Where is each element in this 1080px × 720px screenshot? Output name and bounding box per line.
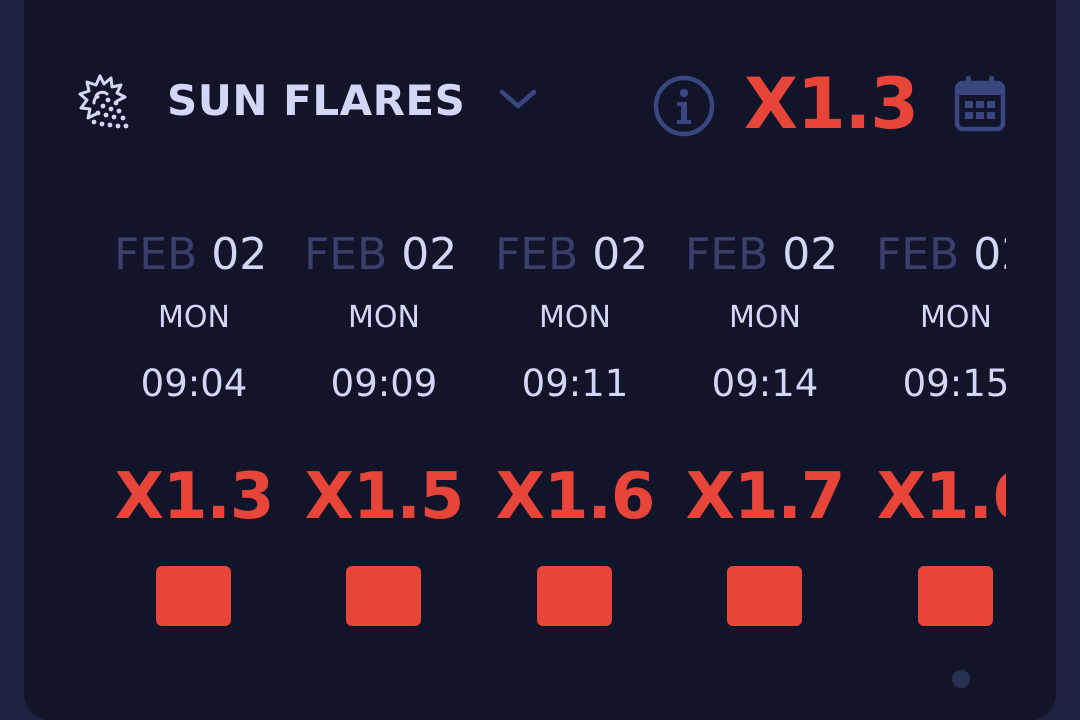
sun-flare-icon <box>78 74 129 129</box>
flare-item[interactable]: FEB 02 MON 09:15 X1.6 <box>866 220 1006 660</box>
flare-marker[interactable] <box>537 566 612 626</box>
flare-weekday: MON <box>539 300 611 335</box>
flare-value: X1.6 <box>876 460 1006 534</box>
flare-date: FEB 02 <box>876 229 1006 280</box>
flare-marker[interactable] <box>156 566 231 626</box>
flare-value: X1.5 <box>304 460 465 534</box>
sun-flares-card: SUN FLARES X1.3 FEB 02 MON 09:04 X1.3 FE… <box>24 0 1056 720</box>
flare-date: FEB 02 <box>685 229 839 280</box>
flare-time: 09:11 <box>521 362 629 405</box>
flare-value: X1.3 <box>114 460 275 534</box>
flare-date: FEB 02 <box>114 229 268 280</box>
chevron-down-icon[interactable] <box>497 84 539 114</box>
flare-item[interactable]: FEB 02 MON 09:14 X1.7 <box>675 220 865 660</box>
flare-weekday: MON <box>158 300 230 335</box>
flare-weekday: MON <box>729 300 801 335</box>
flare-item[interactable]: FEB 02 MON 09:11 X1.6 <box>485 220 675 660</box>
flare-date: FEB 02 <box>304 229 458 280</box>
flare-weekday: MON <box>920 300 992 335</box>
scroll-indicator-dot <box>952 670 970 688</box>
flare-marker[interactable] <box>918 566 993 626</box>
flare-value: X1.6 <box>495 460 656 534</box>
flare-time: 09:14 <box>711 362 819 405</box>
flare-item[interactable]: FEB 02 MON 09:09 X1.5 <box>294 220 484 660</box>
calendar-icon[interactable] <box>954 74 1006 132</box>
info-icon[interactable] <box>652 74 716 138</box>
flare-time: 09:04 <box>140 362 248 405</box>
flare-marker[interactable] <box>727 566 802 626</box>
flare-time: 09:09 <box>330 362 438 405</box>
flare-value: X1.7 <box>685 460 846 534</box>
flare-item[interactable]: FEB 02 MON 09:04 X1.3 <box>104 220 294 660</box>
flare-timeline[interactable]: FEB 02 MON 09:04 X1.3 FEB 02 MON 09:09 X… <box>94 220 1006 660</box>
page-title[interactable]: SUN FLARES <box>167 76 465 126</box>
flare-weekday: MON <box>348 300 420 335</box>
flare-date: FEB 02 <box>495 229 649 280</box>
flare-time: 09:15 <box>902 362 1006 405</box>
flare-marker[interactable] <box>346 566 421 626</box>
card-header: SUN FLARES X1.3 <box>24 0 1056 200</box>
current-flare-value: X1.3 <box>744 63 919 145</box>
